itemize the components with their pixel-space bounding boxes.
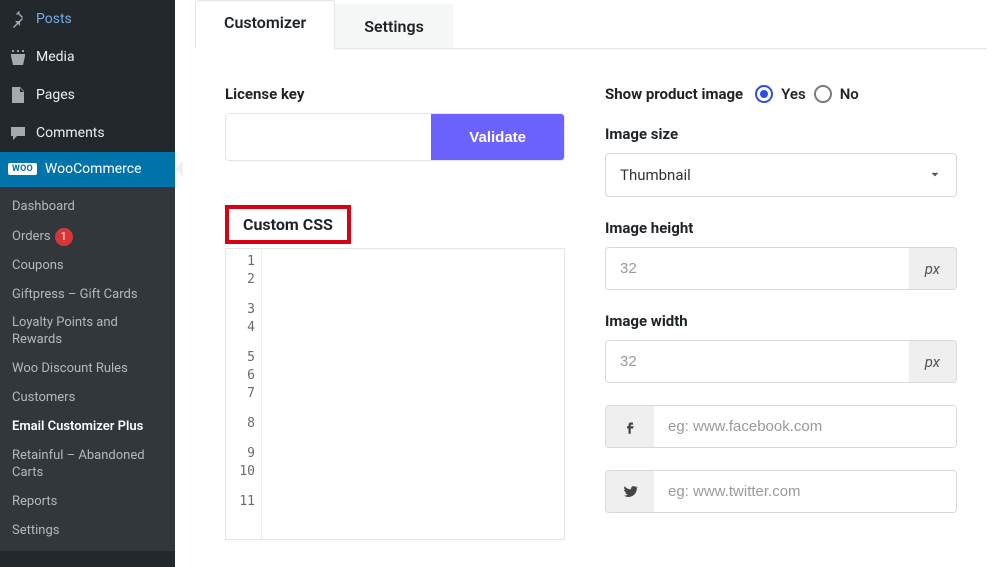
- submenu-orders[interactable]: Orders1: [0, 222, 175, 252]
- editor-code-area[interactable]: [262, 249, 564, 539]
- submenu-customers[interactable]: Customers: [0, 384, 175, 413]
- submenu-giftpress[interactable]: Giftpress – Gift Cards: [0, 281, 175, 310]
- submenu-retainful[interactable]: Retainful – Abandoned Carts: [0, 442, 175, 488]
- custom-css-editor[interactable]: 1 2 3 4 5 6 7 8 9 10: [225, 248, 565, 540]
- sidebar-item-woocommerce[interactable]: WOO WooCommerce: [0, 152, 175, 187]
- image-size-value: Thumbnail: [620, 166, 691, 184]
- editor-gutter: 1 2 3 4 5 6 7 8 9 10: [226, 249, 262, 539]
- sidebar-item-label: Comments: [36, 125, 105, 142]
- page-tabs: Customizer Settings: [195, 0, 987, 49]
- media-icon: [8, 47, 28, 67]
- custom-css-label: Custom CSS: [225, 205, 351, 244]
- license-key-input[interactable]: [226, 114, 431, 160]
- twitter-icon: [606, 471, 654, 512]
- submenu-settings[interactable]: Settings: [0, 517, 175, 546]
- sidebar-item-posts[interactable]: Posts: [0, 0, 175, 38]
- facebook-url-input[interactable]: [654, 406, 956, 447]
- main-content: Customizer Settings License key Validate…: [175, 0, 1007, 567]
- sidebar-item-label: Posts: [36, 11, 72, 28]
- sidebar-item-label: WooCommerce: [45, 161, 142, 178]
- submenu-reports[interactable]: Reports: [0, 488, 175, 517]
- chevron-down-icon: [928, 168, 942, 182]
- validate-button[interactable]: Validate: [431, 114, 564, 160]
- submenu-loyalty[interactable]: Loyalty Points and Rewards: [0, 309, 175, 355]
- sidebar-item-comments[interactable]: Comments: [0, 114, 175, 152]
- sidebar-item-label: Pages: [36, 87, 75, 104]
- woocommerce-submenu: Dashboard Orders1 Coupons Giftpress – Gi…: [0, 187, 175, 552]
- comment-icon: [8, 123, 28, 143]
- px-unit: px: [909, 248, 956, 289]
- admin-sidebar: Posts Media Pages Comments WOO WooCommer…: [0, 0, 175, 567]
- sidebar-item-pages[interactable]: Pages: [0, 76, 175, 114]
- tab-settings[interactable]: Settings: [335, 4, 453, 48]
- radio-no-label: No: [840, 85, 859, 103]
- submenu-email-customizer[interactable]: Email Customizer Plus: [0, 413, 175, 442]
- image-size-label: Image size: [605, 125, 957, 143]
- radio-no[interactable]: [814, 85, 832, 103]
- pin-icon: [8, 9, 28, 29]
- submenu-dashboard[interactable]: Dashboard: [0, 193, 175, 222]
- license-key-label: License key: [225, 85, 565, 103]
- radio-yes-label: Yes: [781, 85, 806, 103]
- image-width-input[interactable]: [606, 341, 909, 382]
- px-unit: px: [909, 341, 956, 382]
- submenu-coupons[interactable]: Coupons: [0, 252, 175, 281]
- sidebar-item-media[interactable]: Media: [0, 38, 175, 76]
- tab-customizer[interactable]: Customizer: [195, 0, 335, 49]
- image-size-select[interactable]: Thumbnail: [605, 153, 957, 197]
- sidebar-item-label: Media: [36, 49, 75, 66]
- submenu-discount-rules[interactable]: Woo Discount Rules: [0, 355, 175, 384]
- image-width-label: Image width: [605, 312, 957, 330]
- image-height-label: Image height: [605, 219, 957, 237]
- facebook-icon: [606, 406, 654, 447]
- image-height-input[interactable]: [606, 248, 909, 289]
- page-icon: [8, 85, 28, 105]
- radio-yes[interactable]: [755, 85, 773, 103]
- show-product-image-label: Show product image: [605, 85, 743, 103]
- orders-count-badge: 1: [55, 228, 73, 246]
- twitter-url-input[interactable]: [654, 471, 956, 512]
- woocommerce-icon: WOO: [8, 163, 37, 175]
